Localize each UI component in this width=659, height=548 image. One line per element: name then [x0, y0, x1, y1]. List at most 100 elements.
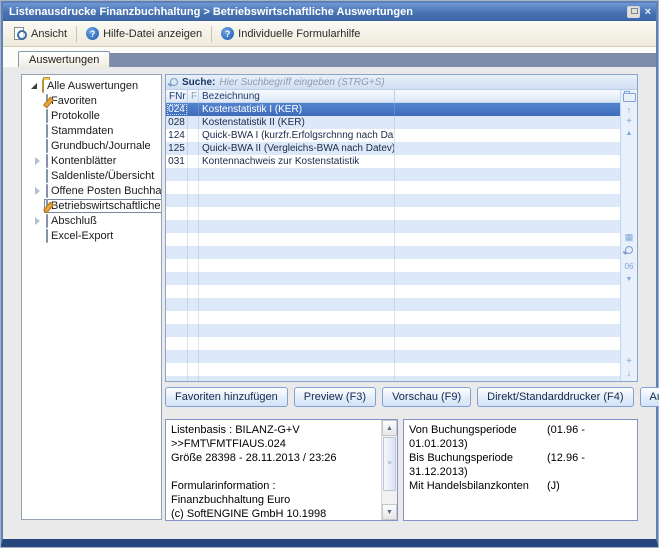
column-chooser-folder-icon[interactable] [623, 93, 636, 102]
tab-auswertungen[interactable]: Auswertungen [18, 51, 110, 67]
toolbar-separator [76, 26, 77, 42]
column-header-fnr[interactable]: FNr [166, 90, 188, 102]
scroll-to-bottom-icon[interactable]: ↓ [621, 368, 637, 378]
cell-fnr: 125 [166, 142, 188, 155]
table-row-empty[interactable] [166, 220, 620, 233]
table-row-empty[interactable] [166, 363, 620, 376]
search-input[interactable]: Hier Suchbegriff eingeben (STRG+S) [219, 77, 384, 88]
tree-item[interactable]: Saldenliste/Übersicht [22, 168, 161, 183]
action-button[interactable]: Auswertung drucken [640, 387, 659, 407]
cell-f [188, 155, 199, 168]
table-row[interactable]: 024 Kostenstatistik I (KER) [166, 103, 620, 116]
table-row-empty[interactable] [166, 259, 620, 272]
scroll-up-plus-icon[interactable]: + [621, 117, 637, 127]
action-button[interactable]: Favoriten hinzufügen [165, 387, 288, 407]
page-icon [46, 185, 48, 197]
info-scrollbar[interactable]: ▲ ▼ [381, 420, 397, 520]
tree-item-label: Saldenliste/Übersicht [51, 170, 154, 182]
tree-item[interactable]: Protokolle [22, 108, 161, 123]
cell-empty [395, 129, 620, 142]
toolbar-button-hilfe-datei[interactable]: ? Hilfe-Datei anzeigen [80, 25, 208, 42]
table-row-empty[interactable] [166, 233, 620, 246]
search-icon [170, 78, 178, 86]
list-info-text: Listenbasis : BILANZ-G+V >>FMT\FMTFIAUS.… [166, 420, 381, 520]
cell-f [188, 142, 199, 155]
toolbar-button-formularhilfe[interactable]: ? Individuelle Formularhilfe [215, 25, 366, 42]
scroll-up-icon[interactable]: ▲ [621, 129, 637, 139]
table-row[interactable]: 031 Kontennachweis zur Kostenstatistik [166, 155, 620, 168]
tree-item[interactable]: Grundbuch/Journale [22, 138, 161, 153]
table-row-empty[interactable] [166, 168, 620, 181]
toolbar: Ansicht ? Hilfe-Datei anzeigen ? Individ… [3, 21, 656, 47]
tree-item[interactable]: Betriebswirtschaftliche Auswertungen [22, 198, 161, 213]
tree-item-label: Protokolle [51, 110, 100, 122]
tree-item[interactable]: Stammdaten [22, 123, 161, 138]
info-line: Listenbasis : BILANZ-G+V [171, 423, 379, 437]
column-header-empty [395, 90, 620, 102]
grid-view-icon[interactable]: ▦ [621, 232, 637, 242]
cell-empty [395, 116, 620, 129]
tree-expander-open-icon[interactable] [27, 83, 40, 89]
table-row-empty[interactable] [166, 337, 620, 350]
table-row-empty[interactable] [166, 194, 620, 207]
action-button[interactable]: Direkt/Standarddrucker (F4) [477, 387, 633, 407]
folder-icon [42, 80, 44, 92]
cell-bezeichnung: Kostenstatistik I (KER) [199, 103, 395, 116]
app-window: Listenausdrucke Finanzbuchhaltung > Betr… [0, 0, 659, 548]
scrollbar-up-icon[interactable]: ▲ [382, 420, 397, 436]
close-window-icon[interactable]: × [645, 7, 651, 17]
restore-window-icon[interactable] [627, 6, 640, 18]
tree-item[interactable]: Excel-Export [22, 228, 161, 243]
page-icon [46, 95, 48, 107]
table-row-empty[interactable] [166, 207, 620, 220]
parameter-label: Von Buchungsperiode [409, 423, 547, 437]
table-row[interactable]: 028 Kostenstatistik II (KER) [166, 116, 620, 129]
scroll-down-plus-icon[interactable]: + [621, 357, 637, 367]
tree-item[interactable]: Favoriten [22, 93, 161, 108]
table-row[interactable]: 125 Quick-BWA II (Vergleichs-BWA nach Da… [166, 142, 620, 155]
scrollbar-thumb[interactable] [383, 437, 396, 491]
list-side-toolbar: ↑ + ▲ ▦ 06 ▼ + ↓ [620, 90, 637, 381]
search-label: Suche: [182, 77, 215, 88]
magnifier-icon[interactable] [621, 246, 637, 256]
table-header: FNr F Bezeichnung [166, 90, 620, 103]
parameter-row: Bis Buchungsperiode(12.96 - 31.12.2013) [409, 451, 633, 479]
filter-icon[interactable]: ▼ [621, 275, 637, 285]
table-row-empty[interactable] [166, 298, 620, 311]
table-row-empty[interactable] [166, 272, 620, 285]
column-header-f[interactable]: F [188, 90, 199, 102]
search-bar[interactable]: Suche: Hier Suchbegriff eingeben (STRG+S… [166, 75, 637, 90]
action-button-row: Favoriten hinzufügen Preview (F3) Vorsch… [165, 386, 638, 408]
tree-item[interactable]: Offene Posten Buchhaltung [22, 183, 161, 198]
cell-fnr: 028 [166, 116, 188, 129]
table-row-empty[interactable] [166, 285, 620, 298]
table-row-empty[interactable] [166, 311, 620, 324]
table-row-empty[interactable] [166, 324, 620, 337]
zoom-level-icon[interactable]: 06 [621, 262, 637, 272]
page-icon [46, 170, 48, 182]
table-row-empty[interactable] [166, 181, 620, 194]
scrollbar-down-icon[interactable]: ▼ [382, 504, 397, 520]
content-area: Alle Auswertungen Favoriten Protokolle S… [6, 68, 653, 530]
page-icon [46, 215, 48, 227]
cell-bezeichnung: Kontennachweis zur Kostenstatistik [199, 155, 395, 168]
action-button[interactable]: Vorschau (F9) [382, 387, 471, 407]
tree-item[interactable]: Abschluß [22, 213, 161, 228]
tab-strip-band [110, 53, 656, 67]
tree-item[interactable]: Kontenblätter [22, 153, 161, 168]
action-button[interactable]: Preview (F3) [294, 387, 376, 407]
table-row[interactable]: 124 Quick-BWA I (kurzfr.Erfolgsrchnng na… [166, 129, 620, 142]
table-row-empty[interactable] [166, 246, 620, 259]
cell-empty [395, 155, 620, 168]
tree-item-label: Abschluß [51, 215, 97, 227]
table-row-empty[interactable] [166, 376, 620, 381]
tree-expander-icon[interactable] [31, 157, 44, 165]
toolbar-button-ansicht[interactable]: Ansicht [7, 25, 73, 43]
tree-expander-icon[interactable] [31, 217, 44, 225]
scroll-to-top-icon[interactable]: ↑ [621, 105, 637, 115]
column-header-bezeichnung[interactable]: Bezeichnung [199, 90, 395, 102]
table-row-empty[interactable] [166, 350, 620, 363]
tree-expander-icon[interactable] [31, 187, 44, 195]
scrollbar-track[interactable] [382, 492, 397, 504]
tree-root-alle-auswertungen[interactable]: Alle Auswertungen [22, 78, 161, 93]
